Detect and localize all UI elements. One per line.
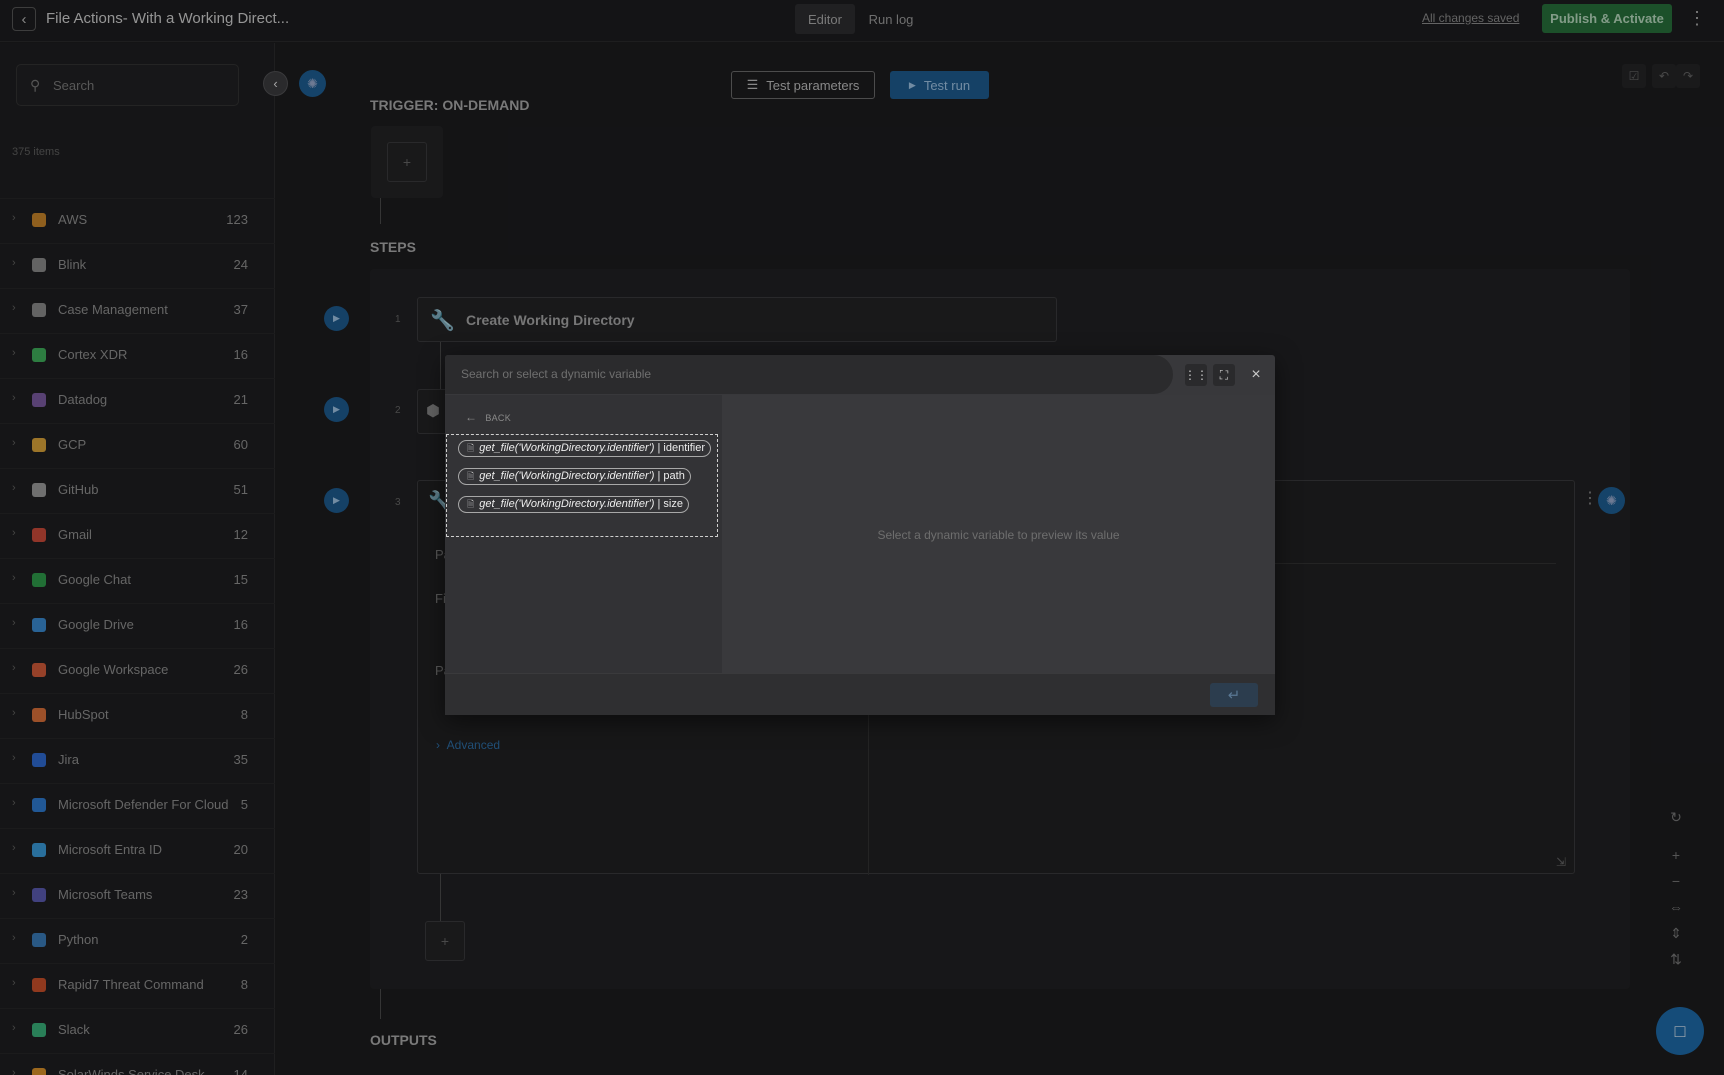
- file-icon: 🗎: [467, 443, 475, 453]
- variable-chip-size[interactable]: 🗎 get_file('WorkingDirectory.identifier')…: [458, 496, 689, 513]
- drag-handle-icon[interactable]: ⋮⋮: [1184, 364, 1208, 386]
- variable-field: | size: [657, 498, 683, 510]
- variable-list-pane: ← BACK 🗎 get_file('WorkingDirectory.identi…: [445, 395, 722, 673]
- arrow-left-icon: ←: [465, 410, 478, 424]
- variable-selection-area: 🗎 get_file('WorkingDirectory.identifier')…: [446, 434, 718, 537]
- variable-field: | identifier: [657, 442, 705, 454]
- modal-footer: ↵: [445, 673, 1275, 715]
- variable-chip-path[interactable]: 🗎 get_file('WorkingDirectory.identifier')…: [458, 468, 691, 485]
- collapse-sidebar-icon[interactable]: ‹: [263, 71, 288, 96]
- variable-preview-pane: Select a dynamic variable to preview its…: [722, 395, 1275, 673]
- variable-chip-identifier[interactable]: 🗎 get_file('WorkingDirectory.identifier')…: [458, 440, 711, 457]
- variable-search-placeholder: Search or select a dynamic variable: [461, 367, 652, 381]
- back-label: BACK: [485, 413, 512, 423]
- insert-enter-button[interactable]: ↵: [1210, 683, 1258, 707]
- preview-placeholder: Select a dynamic variable to preview its…: [877, 528, 1120, 542]
- variable-search-input[interactable]: Search or select a dynamic variable: [445, 355, 1173, 394]
- file-icon: 🗎: [467, 471, 475, 481]
- variable-field: | path: [657, 470, 685, 482]
- fullscreen-icon[interactable]: ⛶: [1213, 364, 1235, 386]
- file-icon: 🗎: [467, 499, 475, 509]
- close-icon[interactable]: ×: [1245, 364, 1267, 386]
- variable-expression: get_file('WorkingDirectory.identifier'): [479, 498, 655, 510]
- dynamic-variable-picker: Search or select a dynamic variable ⋮⋮ ⛶…: [445, 355, 1275, 715]
- variable-expression: get_file('WorkingDirectory.identifier'): [479, 442, 655, 454]
- variable-expression: get_file('WorkingDirectory.identifier'): [479, 470, 655, 482]
- back-link[interactable]: ← BACK: [465, 410, 511, 424]
